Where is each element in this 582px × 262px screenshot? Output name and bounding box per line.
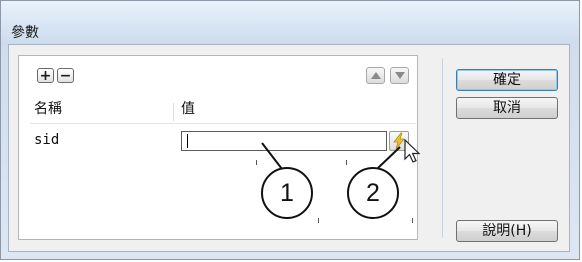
vertical-divider (442, 58, 443, 238)
help-button[interactable]: 說明(H) (456, 220, 558, 242)
cancel-button[interactable]: 取消 (456, 97, 558, 119)
ok-button[interactable]: 確定 (456, 69, 558, 91)
